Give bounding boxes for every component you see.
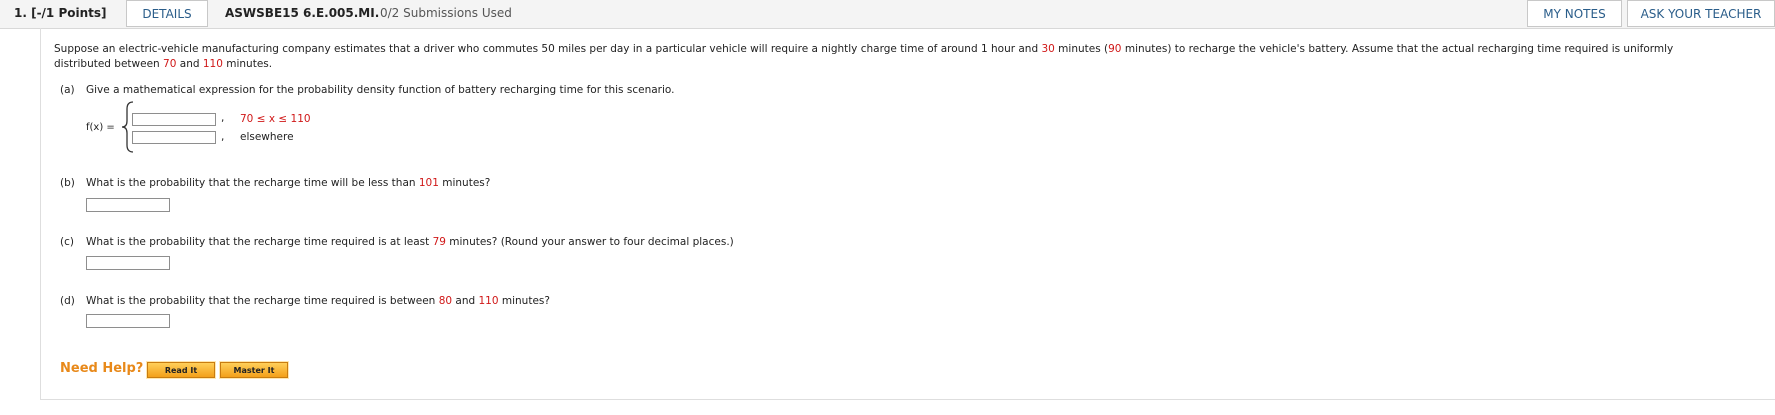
highlight-value: 79 xyxy=(432,236,446,248)
problem-intro-line-1: Suppose an electric-vehicle manufacturin… xyxy=(54,43,1674,55)
pdf-case1-input[interactable] xyxy=(132,113,216,126)
part-b-label: (b) xyxy=(60,177,75,189)
case2-comma: , xyxy=(221,131,225,143)
case1-condition: 70 ≤ x ≤ 110 xyxy=(240,113,311,125)
my-notes-button[interactable]: MY NOTES xyxy=(1527,0,1622,27)
part-d-label: (d) xyxy=(60,295,75,307)
fx-label: f(x) = xyxy=(86,122,115,133)
highlight-value: 80 xyxy=(438,295,453,307)
part-a-label: (a) xyxy=(60,84,75,96)
ask-teacher-button[interactable]: ASK YOUR TEACHER xyxy=(1627,0,1775,27)
part-b-answer-input[interactable] xyxy=(86,198,170,212)
highlight-value: 110 xyxy=(202,58,223,70)
highlight-value: 30 xyxy=(1041,43,1055,55)
read-it-button[interactable]: Read It xyxy=(146,361,216,379)
highlight-value: 101 xyxy=(418,177,439,189)
part-a-question: Give a mathematical expression for the p… xyxy=(86,84,675,96)
submissions-count: 0/2 Submissions Used xyxy=(380,6,512,20)
part-c-answer-input[interactable] xyxy=(86,256,170,270)
problem-intro-line-2: distributed between 70 and 110 minutes. xyxy=(54,58,273,70)
piecewise-brace-icon xyxy=(122,101,134,153)
part-d-answer-input[interactable] xyxy=(86,314,170,328)
part-d-question: What is the probability that the recharg… xyxy=(86,295,550,307)
question-code: ASWSBE15 6.E.005.MI. xyxy=(225,6,380,20)
case1-comma: , xyxy=(221,112,225,124)
pdf-case2-input[interactable] xyxy=(132,131,216,144)
highlight-value: 70 xyxy=(163,58,177,70)
part-b-question: What is the probability that the recharg… xyxy=(86,177,491,189)
case2-condition: elsewhere xyxy=(240,131,294,143)
need-help-label: Need Help? xyxy=(60,361,144,376)
question-number: 1. [-/1 Points] xyxy=(14,6,107,20)
details-button[interactable]: DETAILS xyxy=(126,0,208,27)
question-header: 1. [-/1 Points] DETAILS ASWSBE15 6.E.005… xyxy=(0,0,1775,29)
master-it-button[interactable]: Master It xyxy=(219,361,289,379)
highlight-value: 90 xyxy=(1108,43,1122,55)
highlight-value: 110 xyxy=(478,295,499,307)
part-c-question: What is the probability that the recharg… xyxy=(86,236,734,248)
part-c-label: (c) xyxy=(60,236,74,248)
